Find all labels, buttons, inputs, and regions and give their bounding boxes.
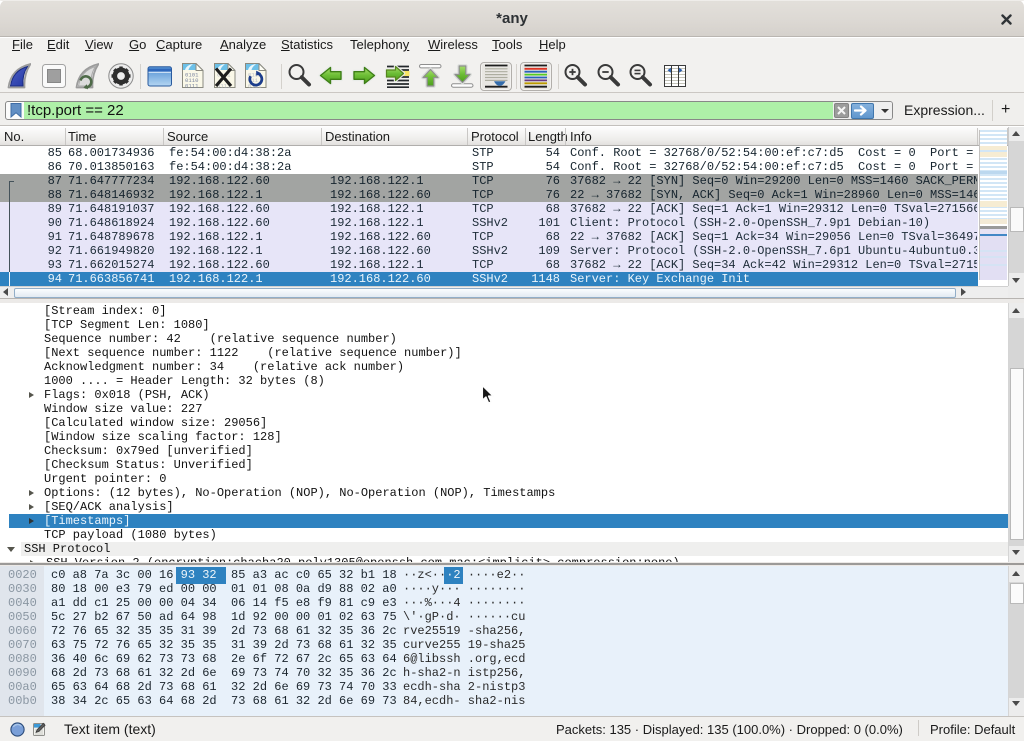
svg-text:0111: 0111 — [185, 83, 199, 90]
